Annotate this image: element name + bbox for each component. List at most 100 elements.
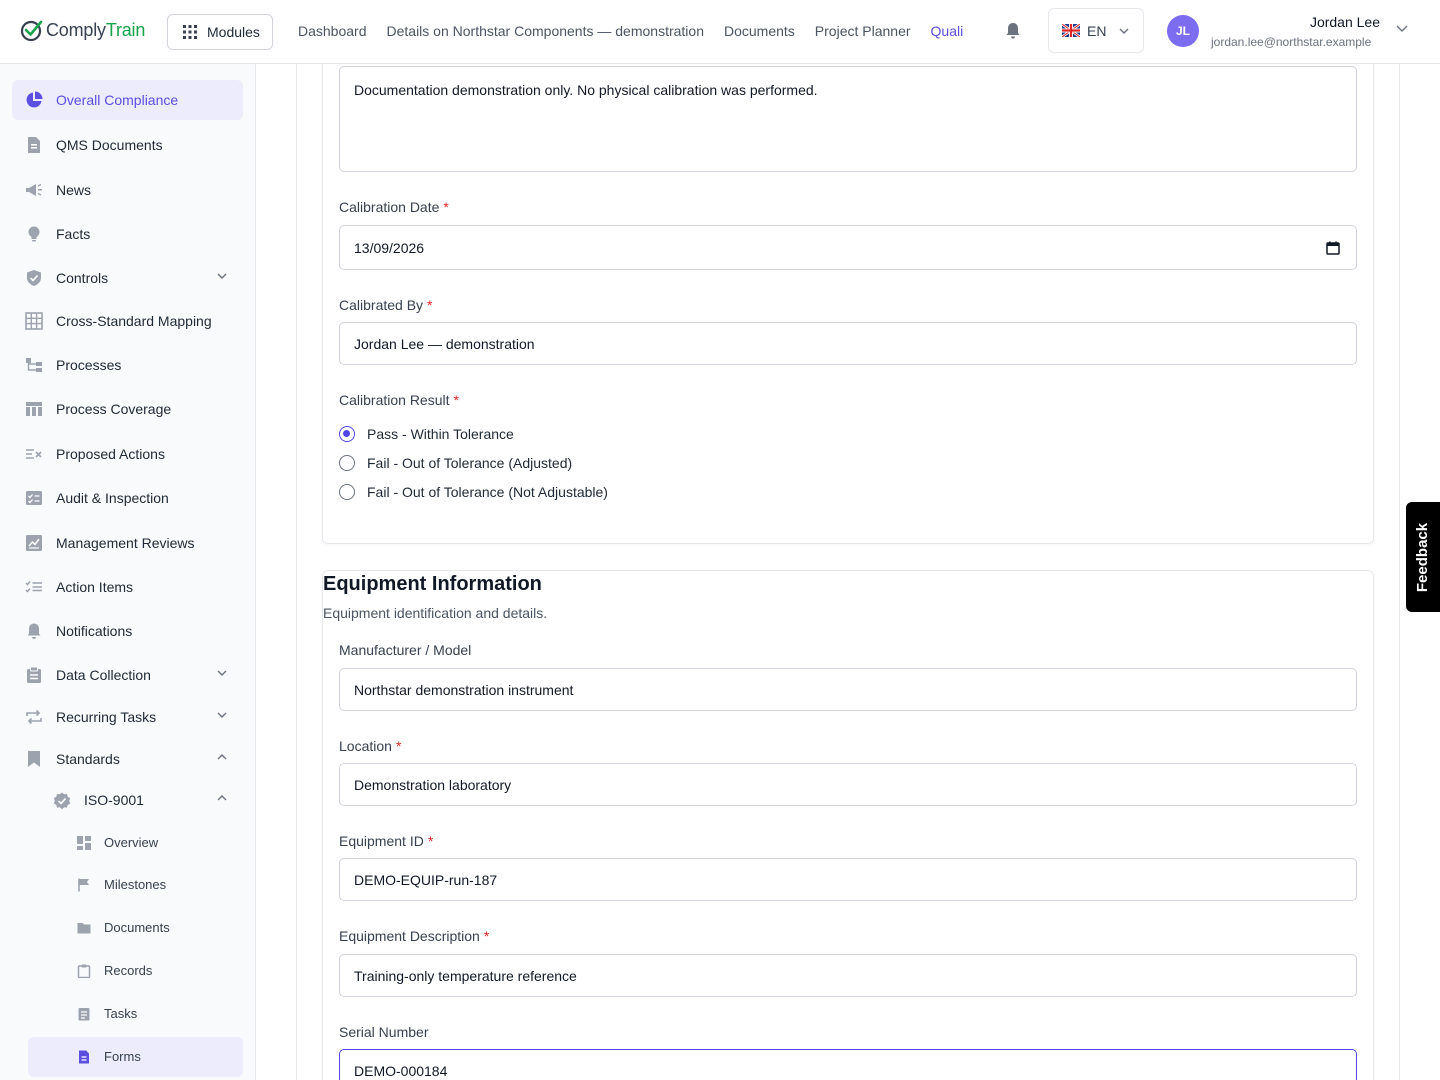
sidebar-item-forms[interactable]: Forms xyxy=(28,1037,243,1077)
section-title: Equipment Information xyxy=(323,573,542,595)
equipment-card xyxy=(322,570,1374,1080)
sidebar-item-records[interactable]: Records xyxy=(28,951,243,991)
calibrated-by-input[interactable]: Jordan Lee — demonstration xyxy=(339,322,1357,365)
sidebar-item-overview[interactable]: Overview xyxy=(28,823,243,863)
nav-documents[interactable]: Documents xyxy=(724,23,795,39)
sidebar-item-data-collection[interactable]: Data Collection xyxy=(12,655,243,695)
sidebar-item-milestones[interactable]: Milestones xyxy=(28,865,243,905)
dashboard-icon xyxy=(77,836,91,850)
main-content: Documentation demonstration only. No phy… xyxy=(256,64,1440,1080)
sidebar-item-news[interactable]: News xyxy=(12,170,243,210)
location-input[interactable]: Demonstration laboratory xyxy=(339,763,1357,806)
language-selector[interactable]: EN xyxy=(1048,8,1144,53)
badge-check-icon xyxy=(53,792,71,810)
chevron-down-icon xyxy=(1119,28,1129,34)
user-email: jordan.lee@northstar.example xyxy=(1211,35,1372,49)
radio-fail-adjusted[interactable]: Fail - Out of Tolerance (Adjusted) xyxy=(339,455,572,471)
flag-icon xyxy=(78,878,89,892)
user-name: Jordan Lee xyxy=(1309,14,1380,30)
table-icon xyxy=(26,402,42,416)
sidebar-item-audit-inspection[interactable]: Audit & Inspection xyxy=(12,478,243,518)
tasks-icon xyxy=(25,581,42,593)
sidebar-item-documents[interactable]: Documents xyxy=(28,908,243,948)
section-description: Equipment identification and details. xyxy=(323,605,548,621)
radio-button-selected[interactable] xyxy=(339,426,355,442)
check-circle-logo-icon xyxy=(20,20,43,42)
sidebar-item-management-reviews[interactable]: Management Reviews xyxy=(12,523,243,563)
nav-project-planner[interactable]: Project Planner xyxy=(815,23,911,39)
calendar-icon[interactable] xyxy=(1326,241,1340,255)
form-icon xyxy=(79,1050,89,1064)
bell-icon xyxy=(27,623,41,639)
notes-textarea[interactable]: Documentation demonstration only. No phy… xyxy=(339,66,1357,172)
nav-details[interactable]: Details on Northstar Components — demons… xyxy=(387,23,704,39)
user-menu-chevron-icon[interactable] xyxy=(1396,25,1408,32)
sidebar-item-action-items[interactable]: Action Items xyxy=(12,567,243,607)
grid-icon xyxy=(25,312,43,330)
language-code: EN xyxy=(1087,22,1107,39)
equipment-description-input[interactable]: Training-only temperature reference xyxy=(339,954,1357,997)
sidebar-item-qms-documents[interactable]: QMS Documents xyxy=(12,125,243,165)
modules-button[interactable]: Modules xyxy=(167,14,273,50)
brand-name: ComplyTrain xyxy=(46,19,146,40)
clipboard-icon xyxy=(77,964,91,978)
grid-dots-icon xyxy=(183,25,197,39)
chevron-up-icon xyxy=(217,795,227,801)
document-icon xyxy=(28,137,40,153)
modules-label: Modules xyxy=(207,24,260,40)
calibration-date-input[interactable]: 13/09/2026 xyxy=(339,225,1357,270)
calibration-result-label: Calibration Result * xyxy=(339,392,459,408)
repeat-icon xyxy=(26,709,42,725)
chevron-down-icon xyxy=(217,273,227,279)
serial-number-input[interactable]: DEMO-000184 xyxy=(339,1049,1357,1080)
manufacturer-model-label: Manufacturer / Model xyxy=(339,642,472,658)
feedback-tab[interactable]: Feedback xyxy=(1406,502,1440,612)
location-label: Location * xyxy=(339,738,402,754)
flow-icon xyxy=(26,358,42,372)
sidebar-item-tasks[interactable]: Tasks xyxy=(28,994,243,1034)
radio-button[interactable] xyxy=(339,455,355,471)
sidebar-item-iso-9001[interactable]: ISO-9001 xyxy=(40,780,243,820)
chevron-down-icon xyxy=(217,712,227,718)
equipment-id-input[interactable]: DEMO-EQUIP-run-187 xyxy=(339,858,1357,901)
logo[interactable]: ComplyTrain xyxy=(20,18,145,42)
sidebar: Overall Compliance QMS Documents News Fa… xyxy=(0,64,256,1080)
calibration-date-label: Calibration Date * xyxy=(339,199,449,215)
top-nav: Dashboard Details on Northstar Component… xyxy=(298,0,963,62)
megaphone-icon xyxy=(26,183,42,196)
folder-icon xyxy=(77,923,91,934)
sidebar-item-facts[interactable]: Facts xyxy=(12,214,243,254)
chevron-down-icon xyxy=(217,670,227,676)
radio-button[interactable] xyxy=(339,484,355,500)
chart-board-icon xyxy=(26,535,42,551)
sidebar-item-processes[interactable]: Processes xyxy=(12,345,243,385)
lightbulb-icon xyxy=(28,226,40,242)
checklist-icon xyxy=(26,491,42,505)
nav-dashboard[interactable]: Dashboard xyxy=(298,23,367,39)
equipment-id-label: Equipment ID * xyxy=(339,833,434,849)
bell-icon[interactable] xyxy=(1005,22,1021,40)
top-bar: ComplyTrain Modules Dashboard Details on… xyxy=(0,0,1440,64)
list-x-icon xyxy=(26,449,42,459)
pie-chart-icon xyxy=(26,91,43,108)
uk-flag-icon xyxy=(1062,24,1080,37)
sidebar-item-proposed-actions[interactable]: Proposed Actions xyxy=(12,434,243,474)
sidebar-item-standards[interactable]: Standards xyxy=(12,739,243,779)
equipment-description-label: Equipment Description * xyxy=(339,928,490,944)
bookmark-icon xyxy=(28,751,40,767)
sidebar-item-overall-compliance[interactable]: Overall Compliance xyxy=(12,80,243,120)
avatar[interactable]: JL xyxy=(1167,15,1199,47)
manufacturer-model-input[interactable]: Northstar demonstration instrument xyxy=(339,668,1357,711)
sidebar-item-cross-standard-mapping[interactable]: Cross-Standard Mapping xyxy=(12,301,243,341)
serial-number-label: Serial Number xyxy=(339,1024,429,1040)
sidebar-item-recurring-tasks[interactable]: Recurring Tasks xyxy=(12,697,243,737)
radio-pass-within-tolerance[interactable]: Pass - Within Tolerance xyxy=(339,426,514,442)
radio-fail-not-adjustable[interactable]: Fail - Out of Tolerance (Not Adjustable) xyxy=(339,484,608,500)
clipboard-icon xyxy=(27,666,41,683)
sidebar-item-process-coverage[interactable]: Process Coverage xyxy=(12,389,243,429)
chevron-up-icon xyxy=(217,754,227,760)
sidebar-item-notifications[interactable]: Notifications xyxy=(12,611,243,651)
calibrated-by-label: Calibrated By * xyxy=(339,297,433,313)
nav-quali[interactable]: Quali xyxy=(931,23,964,39)
sidebar-item-controls[interactable]: Controls xyxy=(12,258,243,298)
